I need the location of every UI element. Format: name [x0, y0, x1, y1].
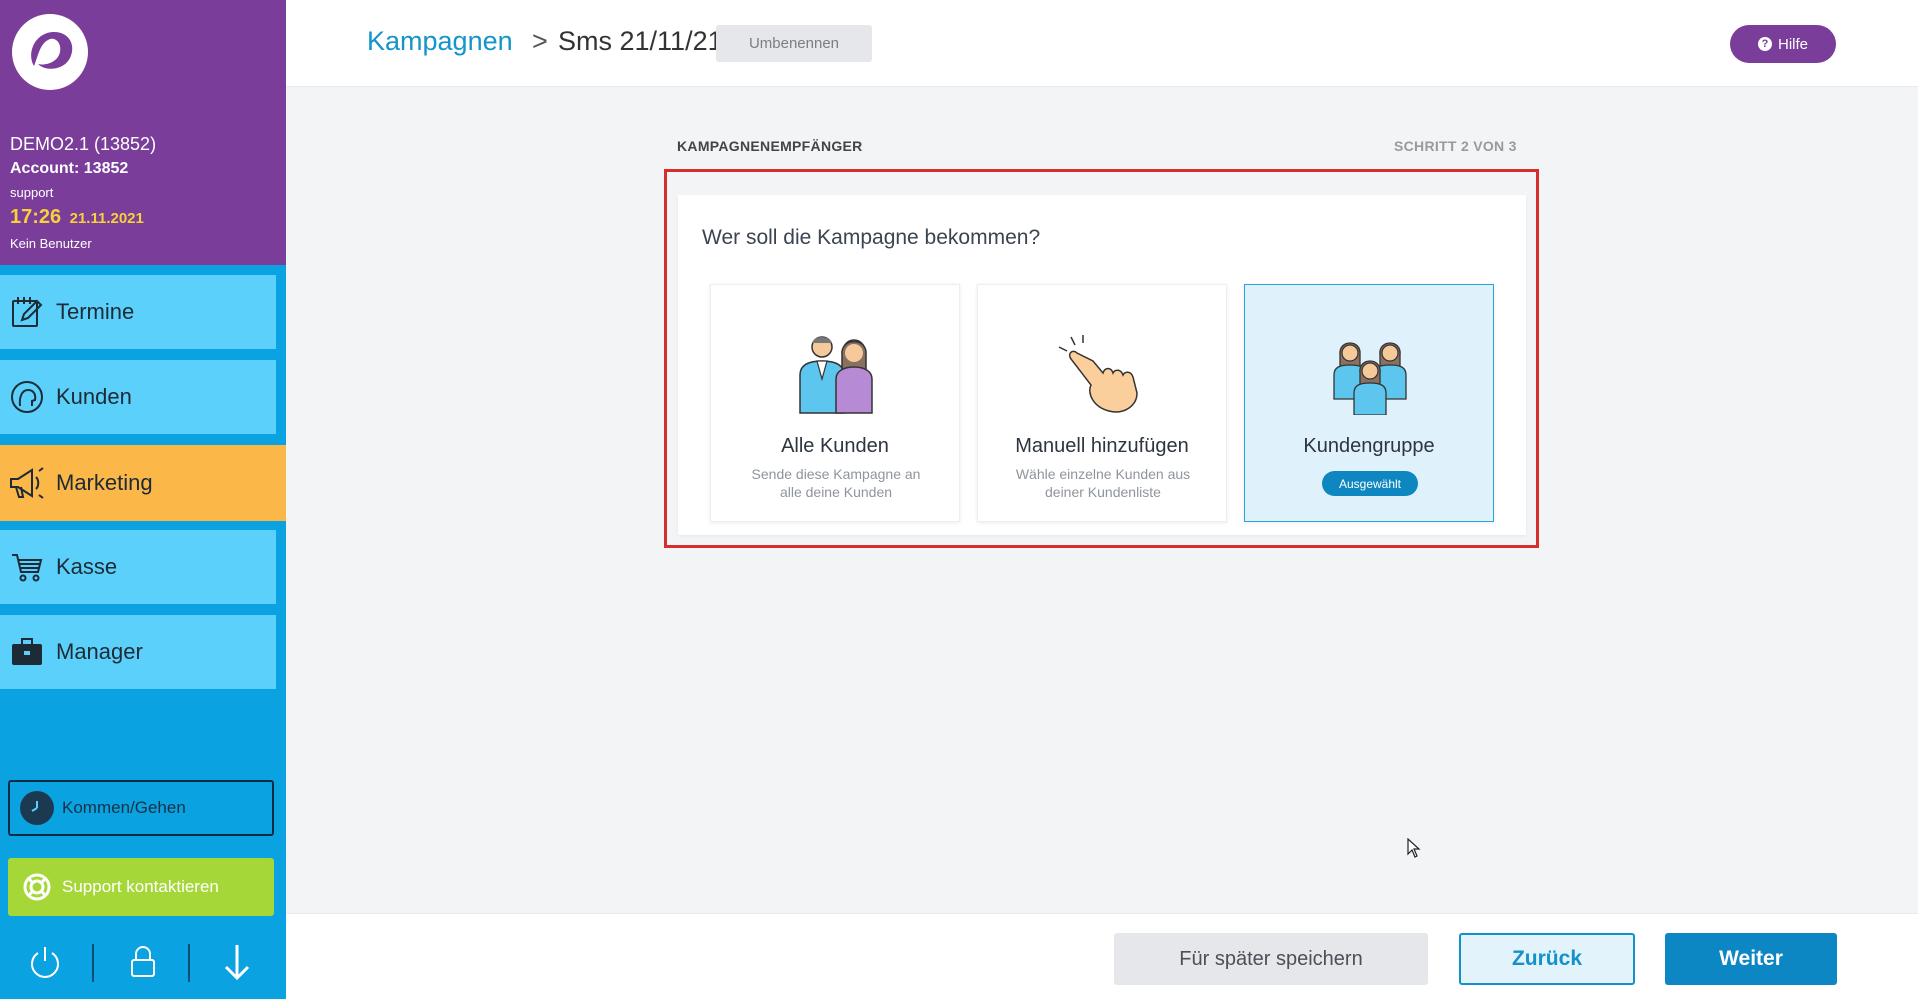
briefcase-icon	[8, 633, 46, 671]
account-id: Account: 13852	[10, 160, 129, 177]
current-user-status: Kein Benutzer	[10, 236, 92, 251]
nav-item-termine[interactable]: Termine	[0, 275, 276, 349]
nav-label-marketing: Marketing	[56, 470, 153, 495]
nav-item-kunden[interactable]: Kunden	[0, 360, 276, 434]
lifebuoy-icon	[22, 872, 52, 902]
lock-button[interactable]	[98, 930, 188, 999]
option-description: Wähle einzelne Kunden aus deiner Kundenl…	[1015, 466, 1191, 500]
option-title: Manuell hinzufügen	[1015, 435, 1189, 457]
lock-icon	[129, 945, 157, 984]
nav-label-termine: Termine	[56, 299, 135, 324]
breadcrumb-current: Sms 21/11/21	[558, 26, 723, 56]
account-panel: DEMO2.1 (13852) Account: 13852 support 1…	[0, 0, 286, 265]
kommen-gehen-button[interactable]: Kommen/Gehen	[8, 780, 274, 836]
mouse-cursor-icon	[1407, 837, 1421, 863]
app-logo	[12, 14, 88, 90]
nav-label-kunden: Kunden	[56, 384, 132, 409]
nav-label-kasse: Kasse	[56, 554, 118, 579]
nav-label-manager: Manager	[56, 639, 143, 664]
divider	[188, 944, 190, 982]
nav-item-marketing[interactable]: Marketing	[0, 445, 286, 521]
account-name: DEMO2.1 (13852)	[10, 134, 157, 154]
recipient-question: Wer soll die Kampagne bekommen?	[702, 226, 1041, 249]
step-indicator: SCHRITT 2 VON 3	[1394, 138, 1517, 154]
current-date: 21.11.2021	[69, 210, 144, 227]
account-user: support	[10, 185, 54, 200]
option-description: Sende diese Kampagne an alle deine Kunde…	[751, 466, 921, 500]
option-title: Alle Kunden	[781, 435, 889, 457]
calendar-edit-icon	[8, 293, 46, 331]
back-button[interactable]: Zurück	[1459, 933, 1635, 985]
customer-head-icon	[8, 378, 46, 416]
sidebar: DEMO2.1 (13852) Account: 13852 support 1…	[0, 0, 286, 999]
next-button[interactable]: Weiter	[1665, 933, 1837, 985]
megaphone-icon	[8, 464, 46, 502]
power-icon	[28, 944, 62, 985]
breadcrumb-kampagnen[interactable]: Kampagnen	[367, 26, 513, 57]
save-later-button[interactable]: Für später speichern	[1114, 933, 1428, 985]
sidebar-bottom-bar	[0, 930, 286, 999]
top-header: Kampagnen > Sms 21/11/21 Umbenennen ? Hi…	[286, 0, 1918, 87]
support-contact-label: Support kontaktieren	[62, 877, 219, 896]
pointing-hand-icon	[1053, 333, 1153, 415]
option-alle-kunden[interactable]: Alle Kunden Sende diese Kampagne an alle…	[710, 284, 960, 522]
download-button[interactable]	[192, 930, 282, 999]
nav-item-kasse[interactable]: Kasse	[0, 530, 276, 604]
current-time: 17:26	[10, 206, 62, 228]
option-title: Kundengruppe	[1303, 435, 1435, 457]
clock-icon	[20, 791, 54, 825]
selected-badge: Ausgewählt	[1322, 471, 1418, 496]
option-manuell-hinzufuegen[interactable]: Manuell hinzufügen Wähle einzelne Kunden…	[977, 284, 1227, 522]
rename-button[interactable]: Umbenennen	[716, 25, 872, 62]
section-title: KAMPAGNENEMPFÄNGER	[677, 138, 863, 154]
customer-group-icon	[1320, 333, 1420, 416]
power-button[interactable]	[0, 930, 90, 999]
support-contact-button[interactable]: Support kontaktieren	[8, 858, 274, 916]
help-button[interactable]: ? Hilfe	[1730, 25, 1836, 63]
clock-readout: 17:26 21.11.2021	[10, 206, 144, 229]
nav-item-manager[interactable]: Manager	[0, 615, 276, 689]
divider	[92, 944, 94, 982]
kommen-gehen-label: Kommen/Gehen	[62, 798, 186, 817]
help-label: Hilfe	[1777, 35, 1808, 53]
shopping-cart-icon	[8, 548, 46, 586]
question-icon: ?	[1757, 37, 1772, 51]
breadcrumb-separator: >	[532, 26, 548, 56]
people-couple-icon	[786, 333, 886, 415]
arrow-down-icon	[222, 942, 252, 987]
option-kundengruppe[interactable]: Kundengruppe Ausgewählt	[1244, 284, 1494, 522]
